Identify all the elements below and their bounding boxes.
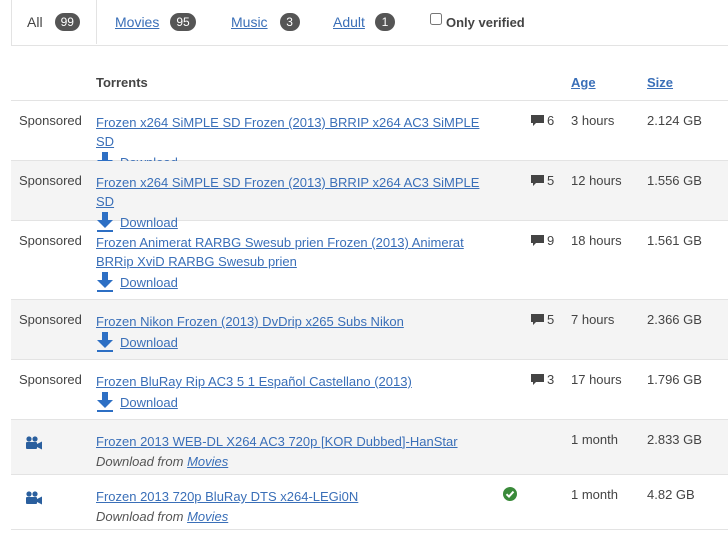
- verified-check-icon: [503, 487, 517, 501]
- download-from-label: Download from: [96, 454, 184, 469]
- comment-count-value: 5: [547, 173, 555, 188]
- download-source: Download from Movies: [96, 507, 496, 526]
- table-row: Sponsored Frozen x264 SiMPLE SD Frozen (2…: [11, 101, 728, 172]
- table-row: Sponsored Frozen Animerat RARBG Swesub pr…: [11, 221, 728, 300]
- filter-movies-link[interactable]: Movies: [115, 14, 159, 30]
- filter-tab-music[interactable]: Music 3: [231, 0, 300, 44]
- download-link[interactable]: Download: [120, 393, 178, 412]
- torrent-age: 3 hours: [571, 113, 615, 128]
- comment-count[interactable]: 3: [531, 372, 554, 387]
- comment-count-value: 3: [547, 372, 555, 387]
- download-source: Download from Movies: [96, 452, 496, 471]
- table-row: Sponsored Frozen Nikon Frozen (2013) DvDr…: [11, 300, 728, 360]
- torrent-title-cell: Frozen 2013 720p BluRay DTS x264-LEGi0N D…: [96, 487, 496, 526]
- download-link[interactable]: Download: [120, 273, 178, 292]
- torrent-size: 2.366 GB: [647, 312, 702, 327]
- row-type-label: Sponsored: [19, 113, 82, 128]
- table-row: Frozen 2013 720p BluRay DTS x264-LEGi0N D…: [11, 475, 728, 530]
- comment-bubble-icon: [531, 114, 544, 126]
- row-type-label: Sponsored: [19, 233, 82, 248]
- filter-tab-all[interactable]: All 99: [12, 0, 97, 44]
- download-arrow-icon: [97, 332, 113, 352]
- filter-movies-count: 95: [170, 13, 196, 31]
- table-row: Frozen 2013 WEB-DL X264 AC3 720p [KOR Du…: [11, 420, 728, 475]
- download-link[interactable]: Download: [120, 333, 178, 352]
- category-filter-bar: All 99 Movies 95 Music 3 Adult 1 Only ve…: [11, 0, 728, 46]
- table-row: Sponsored Frozen BluRay Rip AC3 5 1 Españ…: [11, 360, 728, 420]
- filter-all-count: 99: [54, 13, 80, 31]
- download-button[interactable]: Download: [96, 392, 496, 412]
- torrent-age: 17 hours: [571, 372, 622, 387]
- torrent-title-link[interactable]: Frozen x264 SiMPLE SD Frozen (2013) BRRI…: [96, 115, 479, 149]
- filter-all-label: All: [27, 14, 43, 30]
- torrent-title-link[interactable]: Frozen 2013 720p BluRay DTS x264-LEGi0N: [96, 489, 358, 504]
- comment-count[interactable]: 5: [531, 312, 554, 327]
- torrent-title-link[interactable]: Frozen x264 SiMPLE SD Frozen (2013) BRRI…: [96, 175, 479, 209]
- comment-count-value: 6: [547, 113, 555, 128]
- torrent-title-link[interactable]: Frozen Nikon Frozen (2013) DvDrip x265 S…: [96, 314, 404, 329]
- column-header-size[interactable]: Size: [647, 75, 673, 90]
- torrent-size: 1.796 GB: [647, 372, 702, 387]
- torrent-size: 1.561 GB: [647, 233, 702, 248]
- comment-bubble-icon: [531, 313, 544, 325]
- filter-adult-count: 1: [374, 13, 395, 31]
- torrent-title-link[interactable]: Frozen Animerat RARBG Swesub prien Froze…: [96, 235, 464, 269]
- comment-count[interactable]: 5: [531, 173, 554, 188]
- only-verified-label: Only verified: [446, 14, 525, 30]
- filter-tab-movies[interactable]: Movies 95: [115, 0, 196, 44]
- download-button[interactable]: Download: [96, 272, 496, 292]
- comment-bubble-icon: [531, 174, 544, 186]
- download-arrow-icon: [97, 272, 113, 292]
- filter-music-link[interactable]: Music: [231, 14, 268, 30]
- torrent-size: 2.833 GB: [647, 432, 702, 447]
- download-arrow-icon: [97, 392, 113, 412]
- torrent-age: 1 month: [571, 432, 618, 447]
- torrent-title-cell: Frozen BluRay Rip AC3 5 1 Español Castel…: [96, 372, 496, 412]
- comment-count[interactable]: 6: [531, 113, 554, 128]
- torrent-size: 1.556 GB: [647, 173, 702, 188]
- results-table-header: Torrents Age Size: [11, 46, 728, 101]
- only-verified-filter[interactable]: Only verified: [430, 0, 525, 44]
- torrent-age: 7 hours: [571, 312, 615, 327]
- download-source-link[interactable]: Movies: [187, 454, 228, 469]
- movie-camera-icon: [26, 491, 42, 505]
- download-from-label: Download from: [96, 509, 184, 524]
- torrent-size: 4.82 GB: [647, 487, 695, 502]
- row-type-label: Sponsored: [19, 173, 82, 188]
- only-verified-checkbox[interactable]: [430, 13, 442, 25]
- filter-adult-link[interactable]: Adult: [333, 14, 365, 30]
- torrent-title-cell: Frozen Nikon Frozen (2013) DvDrip x265 S…: [96, 312, 496, 352]
- torrent-age: 12 hours: [571, 173, 622, 188]
- row-type-label: Sponsored: [19, 312, 82, 327]
- table-row: Sponsored Frozen x264 SiMPLE SD Frozen (2…: [11, 161, 728, 232]
- torrent-size: 2.124 GB: [647, 113, 702, 128]
- torrent-title-cell: Frozen 2013 WEB-DL X264 AC3 720p [KOR Du…: [96, 432, 496, 471]
- torrent-age: 18 hours: [571, 233, 622, 248]
- comment-bubble-icon: [531, 373, 544, 385]
- column-header-age[interactable]: Age: [571, 75, 596, 90]
- movie-camera-icon: [26, 436, 42, 450]
- comment-count-value: 5: [547, 312, 555, 327]
- torrent-title-link[interactable]: Frozen BluRay Rip AC3 5 1 Español Castel…: [96, 374, 412, 389]
- filter-music-count: 3: [279, 13, 300, 31]
- torrent-title-cell: Frozen Animerat RARBG Swesub prien Froze…: [96, 233, 496, 292]
- download-source-link[interactable]: Movies: [187, 509, 228, 524]
- download-button[interactable]: Download: [96, 332, 496, 352]
- comment-count-value: 9: [547, 233, 555, 248]
- comment-count[interactable]: 9: [531, 233, 554, 248]
- comment-bubble-icon: [531, 234, 544, 246]
- filter-tab-adult[interactable]: Adult 1: [333, 0, 395, 44]
- torrent-age: 1 month: [571, 487, 618, 502]
- column-header-torrents: Torrents: [96, 75, 148, 90]
- row-type-label: Sponsored: [19, 372, 82, 387]
- torrent-title-link[interactable]: Frozen 2013 WEB-DL X264 AC3 720p [KOR Du…: [96, 434, 458, 449]
